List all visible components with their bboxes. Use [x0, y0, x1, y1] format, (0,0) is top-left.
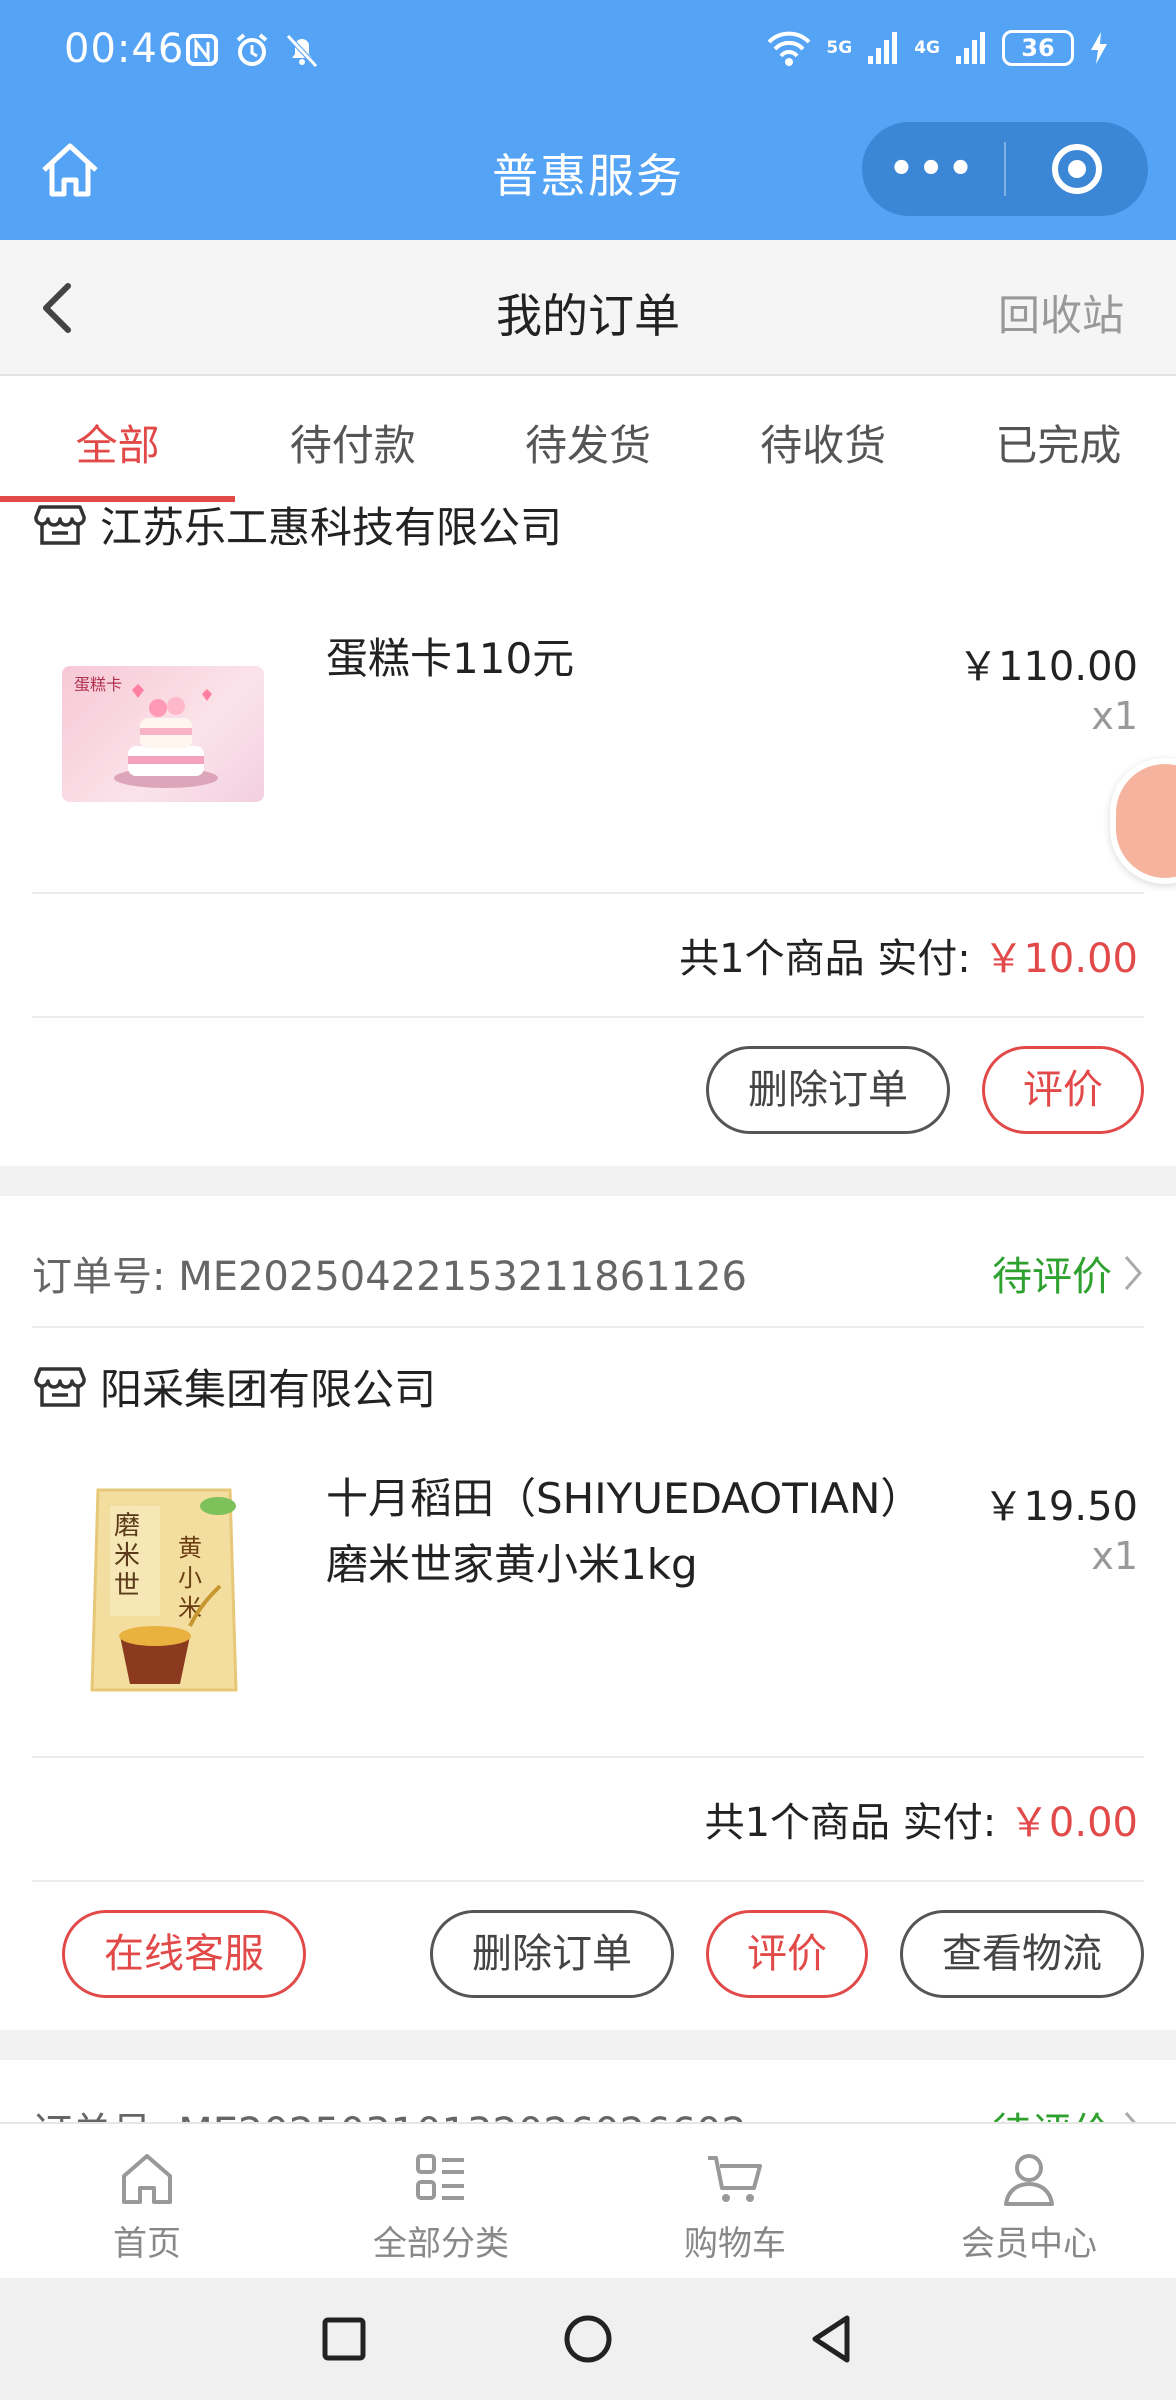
tab-completed[interactable]: 已完成	[941, 376, 1176, 502]
product-quantity: x1	[1091, 694, 1138, 738]
svg-text:蛋糕卡: 蛋糕卡	[74, 675, 122, 694]
product-name[interactable]: 蛋糕卡110元	[326, 626, 574, 692]
back-triangle-icon[interactable]	[805, 2312, 859, 2366]
svg-text:米: 米	[114, 1541, 140, 1571]
order-tabs: 全部 待付款 待发货 待收货 已完成	[0, 376, 1176, 502]
cart-icon	[708, 2156, 762, 2202]
product-price: ￥110.00	[958, 644, 1138, 690]
shop-name: 阳采集团有限公司	[100, 1365, 437, 1414]
svg-text:世: 世	[114, 1571, 140, 1601]
user-icon	[1004, 2154, 1054, 2206]
order-list[interactable]: 江苏乐工惠科技有限公司 蛋糕卡 蛋糕卡110元 ￥110.00 x1 共1个商品…	[0, 502, 1176, 2122]
tab-all[interactable]: 全部	[0, 376, 236, 502]
nav-member-center[interactable]: 会员中心	[882, 2124, 1176, 2278]
delete-order-button[interactable]: 删除订单	[430, 1910, 674, 1998]
chevron-right-icon	[1124, 2112, 1136, 2122]
svg-text:磨: 磨	[114, 1511, 140, 1541]
recents-square-icon[interactable]	[317, 2312, 371, 2366]
network-5g-label: 5G	[826, 37, 853, 58]
tab-pending-payment[interactable]: 待付款	[235, 376, 470, 502]
cake-icon: 蛋糕卡	[74, 675, 218, 788]
paid-amount: ￥10.00	[983, 936, 1138, 982]
signal-icon	[868, 32, 898, 64]
shop-icon	[34, 1366, 86, 1407]
svg-text:小: 小	[178, 1564, 202, 1592]
product-image-cake-card[interactable]: 蛋糕卡	[62, 666, 264, 802]
order-card: 江苏乐工惠科技有限公司 蛋糕卡 蛋糕卡110元 ￥110.00 x1 共1个商品…	[0, 502, 1176, 1166]
product-quantity: x1	[1091, 1534, 1138, 1578]
order-status: 待评价	[992, 1254, 1112, 1300]
tab-pending-shipment[interactable]: 待发货	[470, 376, 705, 502]
signal-icon	[956, 32, 985, 64]
nav-home[interactable]: 首页	[0, 2124, 294, 2278]
delete-order-button[interactable]: 删除订单	[706, 1046, 950, 1134]
order-card: 订单号: ME20250310132026026602 待评价	[0, 2060, 1176, 2122]
review-button[interactable]: 评价	[982, 1046, 1144, 1134]
order-status: 待评价	[992, 2100, 1112, 2122]
home-icon	[122, 2154, 172, 2204]
more-button[interactable]: •••	[862, 146, 1004, 192]
order-summary: 共1个商品 实付: ￥0.00	[704, 1800, 1138, 1846]
close-mini-program-button[interactable]	[1006, 141, 1148, 197]
nfc-icon	[186, 34, 218, 66]
chevron-right-icon	[1124, 1256, 1142, 1290]
status-bar: 00:46 5G 4G 36	[0, 0, 1176, 100]
tab-pending-receipt[interactable]: 待收货	[706, 376, 941, 502]
review-button[interactable]: 评价	[706, 1910, 868, 1998]
order-number-row[interactable]: 订单号: ME20250310132026026602 待评价	[32, 2100, 1144, 2122]
order-number-row[interactable]: 订单号: ME20250422153211861126 待评价	[32, 1244, 1144, 1302]
paid-amount: ￥0.00	[1008, 1800, 1138, 1846]
mute-bell-icon	[286, 34, 318, 68]
battery-level: 36	[1002, 30, 1074, 66]
network-4g-label: 4G	[914, 37, 940, 58]
mini-program-capsule: •••	[862, 122, 1148, 216]
millet-bag-icon: 磨 米 世 黄 小 米	[90, 1488, 238, 1692]
order-summary: 共1个商品 实付: ￥10.00	[679, 936, 1138, 982]
product-price: ￥19.50	[983, 1484, 1138, 1530]
app-bar: 普惠服务 •••	[0, 100, 1176, 240]
target-circle-icon	[1052, 144, 1102, 194]
category-icon	[416, 2154, 464, 2200]
shop-name-row: 阳采集团有限公司	[34, 1356, 436, 1417]
alarm-icon	[236, 33, 268, 66]
charging-icon	[1091, 32, 1107, 64]
view-logistics-button[interactable]: 查看物流	[900, 1910, 1144, 1998]
system-navigation-bar	[0, 2278, 1176, 2400]
shop-icon	[34, 504, 86, 545]
nav-cart[interactable]: 购物车	[588, 2124, 882, 2278]
shop-name-row: 江苏乐工惠科技有限公司	[34, 502, 562, 555]
svg-text:黄: 黄	[178, 1534, 202, 1562]
product-name[interactable]: 十月稻田（SHIYUEDAOTIAN） 磨米世家黄小米1kg	[326, 1466, 922, 1598]
product-image-millet-bag[interactable]: 磨 米 世 黄 小 米	[70, 1476, 256, 1706]
shop-name: 江苏乐工惠科技有限公司	[100, 503, 563, 552]
order-number: 订单号: ME20250422153211861126	[32, 1254, 747, 1300]
order-number: 订单号: ME20250310132026026602	[32, 2110, 747, 2122]
wifi-icon	[767, 31, 811, 66]
home-circle-icon[interactable]	[561, 2312, 615, 2366]
nav-categories[interactable]: 全部分类	[294, 2124, 588, 2278]
page-header: 我的订单 回收站	[0, 240, 1176, 376]
order-card: 订单号: ME20250422153211861126 待评价 阳采集团有限公司…	[0, 1196, 1176, 2030]
clock: 00:46	[64, 26, 185, 72]
recycle-bin-link[interactable]: 回收站	[998, 282, 1124, 343]
bottom-tab-bar: 首页 全部分类 购物车 会员中心	[0, 2122, 1176, 2278]
online-service-button[interactable]: 在线客服	[62, 1910, 306, 1998]
